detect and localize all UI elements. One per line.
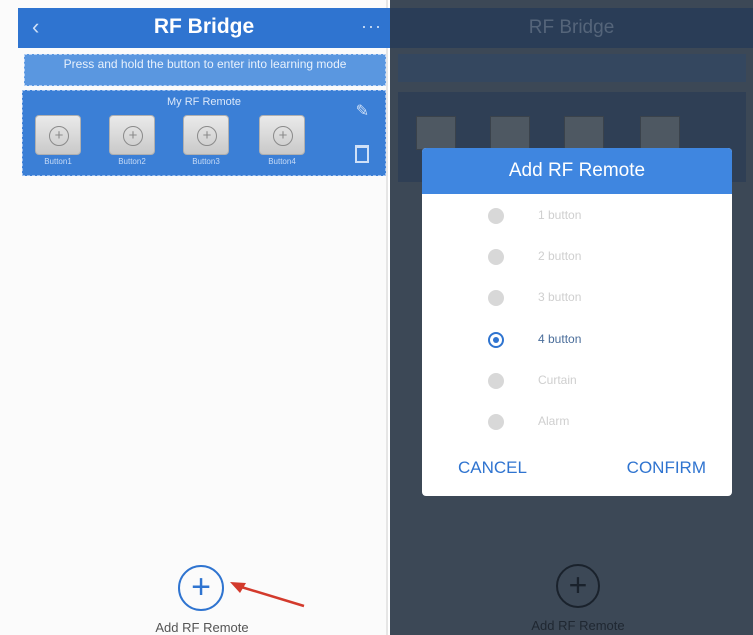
radio-icon[interactable] <box>488 249 504 265</box>
option-3-button[interactable]: 3 button <box>422 278 732 318</box>
rf-bridge-screen: ‹ RF Bridge ··· Press and hold the butto… <box>0 0 390 635</box>
option-label: 4 button <box>538 332 582 346</box>
cancel-button[interactable]: CANCEL <box>458 458 527 478</box>
learning-mode-banner: Press and hold the button to enter into … <box>24 54 386 86</box>
top-bar: ‹ RF Bridge ··· <box>18 8 390 48</box>
remote-button-dimmed <box>416 116 456 150</box>
add-rf-remote-label: Add RF Remote <box>155 620 249 635</box>
dialog-title: Add RF Remote <box>422 148 732 194</box>
radio-icon[interactable] <box>488 414 504 430</box>
option-label: Curtain <box>538 373 577 387</box>
option-alarm[interactable]: Alarm <box>422 402 732 442</box>
remote-button-2[interactable]: + <box>109 115 155 155</box>
radio-icon[interactable] <box>488 373 504 389</box>
app-comparison: ‹ RF Bridge ··· Press and hold the butto… <box>0 0 753 635</box>
remote-button-3[interactable]: + <box>183 115 229 155</box>
option-4-button[interactable]: 4 button <box>422 320 732 360</box>
option-1-button[interactable]: 1 button <box>422 196 732 236</box>
radio-selected-icon[interactable] <box>488 332 504 348</box>
add-rf-remote-dialog: Add RF Remote 1 button 2 button 3 button… <box>422 148 732 496</box>
add-rf-remote-label-dimmed: Add RF Remote <box>531 618 625 633</box>
remote-button-label: Button2 <box>118 157 146 166</box>
pointer-arrow-icon <box>230 582 305 608</box>
page-title: RF Bridge <box>153 15 255 38</box>
option-label: 1 button <box>538 208 582 222</box>
radio-icon[interactable] <box>488 290 504 306</box>
add-remote-screen-dimmed: RF Bridge + Add RF Remote Add RF Remote … <box>390 0 753 635</box>
top-bar-dimmed: RF Bridge <box>390 8 753 48</box>
radio-icon[interactable] <box>488 208 504 224</box>
remote-button-label: Button4 <box>268 157 296 166</box>
remote-button-label: Button1 <box>44 157 72 166</box>
add-rf-remote-button[interactable]: + <box>178 565 224 611</box>
option-curtain[interactable]: Curtain <box>422 361 732 401</box>
option-label: Alarm <box>538 414 570 428</box>
pencil-icon[interactable]: ✎ <box>356 101 369 121</box>
page-title-dimmed: RF Bridge <box>528 17 615 38</box>
plus-icon: + <box>49 126 69 146</box>
remote-button-dimmed <box>490 116 530 150</box>
remote-button-1[interactable]: + <box>35 115 81 155</box>
plus-icon: + <box>123 126 143 146</box>
more-icon[interactable]: ··· <box>361 16 382 37</box>
remote-button-4[interactable]: + <box>259 115 305 155</box>
confirm-button[interactable]: CONFIRM <box>627 458 706 478</box>
plus-icon: + <box>197 126 217 146</box>
add-rf-remote-button-dimmed: + <box>556 564 600 608</box>
option-label: 3 button <box>538 290 582 304</box>
remote-button-dimmed <box>640 116 680 150</box>
learning-mode-banner-dimmed <box>398 54 746 82</box>
remote-card: My RF Remote ✎ + Button1 + Button2 + But… <box>22 90 386 176</box>
trash-icon[interactable] <box>355 145 369 163</box>
remote-button-dimmed <box>564 116 604 150</box>
remote-button-label: Button3 <box>192 157 220 166</box>
remote-name: My RF Remote <box>167 96 241 108</box>
plus-icon: + <box>273 126 293 146</box>
option-label: 2 button <box>538 249 582 263</box>
option-2-button[interactable]: 2 button <box>422 237 732 277</box>
